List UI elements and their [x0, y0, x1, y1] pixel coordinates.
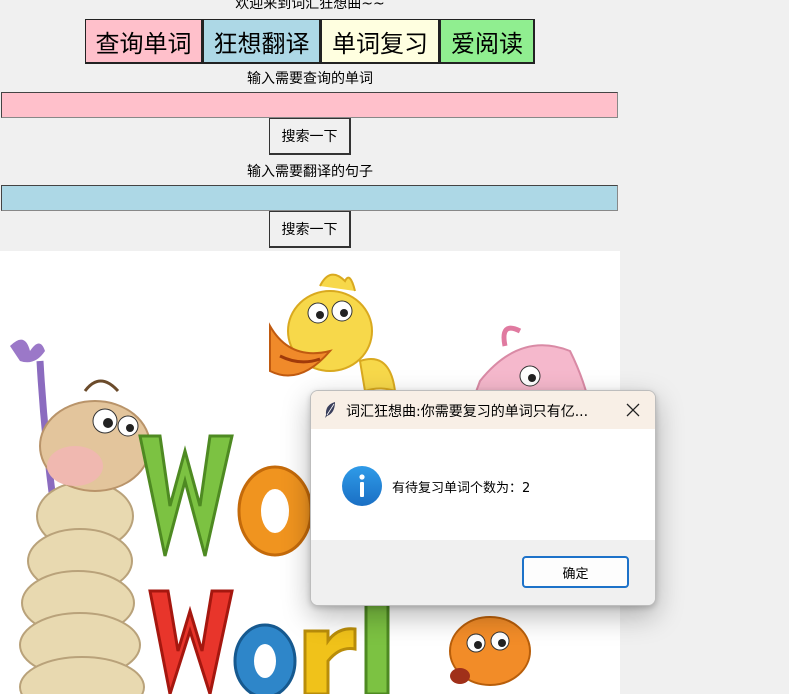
word-search-label: 输入需要查询的单词	[247, 71, 373, 87]
dialog-footer: 确定	[311, 540, 655, 605]
welcome-text: 欢迎来到词汇狂想曲~~	[235, 0, 385, 12]
sentence-translate-input[interactable]	[1, 185, 618, 211]
word-search-button[interactable]: 搜索一下	[269, 118, 351, 155]
tab-bar: 查询单词 狂想翻译 单词复习 爱阅读	[85, 19, 535, 64]
tab-word-lookup[interactable]: 查询单词	[85, 19, 203, 64]
ok-button[interactable]: 确定	[522, 556, 629, 588]
tab-reading[interactable]: 爱阅读	[440, 19, 535, 64]
dialog-message: 有待复习单词个数为：2	[392, 481, 531, 496]
sentence-search-button[interactable]: 搜索一下	[269, 211, 351, 248]
dialog-title: 词汇狂想曲:你需要复习的单词只有亿...	[346, 404, 589, 420]
dialog-titlebar[interactable]: 词汇狂想曲:你需要复习的单词只有亿...	[311, 391, 655, 429]
dialog-body: 有待复习单词个数为：2	[311, 429, 655, 540]
sentence-translate-label: 输入需要翻译的句子	[247, 164, 373, 180]
tab-translate[interactable]: 狂想翻译	[203, 19, 321, 64]
info-dialog: 词汇狂想曲:你需要复习的单词只有亿... 有待复习单词个数为：2 确定	[310, 390, 656, 606]
close-icon[interactable]	[614, 395, 652, 425]
tab-word-review[interactable]: 单词复习	[321, 19, 440, 64]
feather-icon	[323, 401, 337, 419]
info-icon	[341, 465, 383, 507]
word-search-input[interactable]	[1, 92, 618, 118]
